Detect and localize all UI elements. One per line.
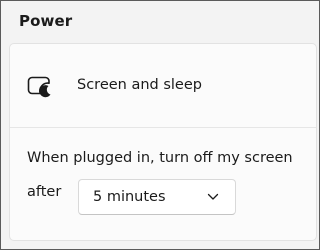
screen-sleep-card: Screen and sleep When plugged in, turn o… [9, 43, 317, 241]
dropdown-value: 5 minutes [93, 189, 166, 205]
power-settings-panel: Power Screen and sleep When plugged in, … [0, 0, 320, 250]
plugged-in-label: When plugged in, turn off my screen [27, 150, 293, 166]
screen-sleep-icon [27, 76, 51, 98]
chevron-down-icon [207, 193, 219, 200]
section-title: Power [19, 12, 73, 30]
screen-sleep-header[interactable]: Screen and sleep [10, 44, 316, 128]
after-label: after [27, 184, 62, 200]
screen-timeout-dropdown[interactable]: 5 minutes [78, 179, 236, 215]
screen-sleep-label: Screen and sleep [77, 77, 202, 93]
